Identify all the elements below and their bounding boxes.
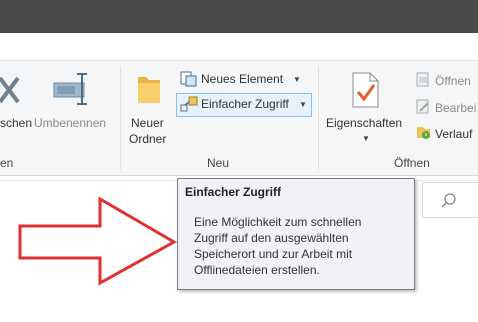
- tooltip-line: Speicherort und zur Arbeit mit: [194, 247, 353, 261]
- easy-access-label: Einfacher Zugriff: [201, 97, 289, 111]
- tooltip-line: Offlinedateien erstellen.: [194, 263, 320, 277]
- new-group-label: Neu: [207, 156, 230, 170]
- chevron-down-icon[interactable]: ▼: [362, 134, 370, 143]
- open-button[interactable]: Öffnen: [435, 74, 471, 88]
- chevron-down-icon: ▼: [293, 75, 301, 84]
- easy-access-tooltip: Einfacher Zugriff Eine Möglichkeit zum s…: [177, 178, 415, 290]
- ribbon-group-separator: [120, 66, 121, 170]
- open-icon[interactable]: [415, 72, 431, 88]
- open-group-label: Öffnen: [394, 156, 430, 170]
- history-icon[interactable]: [415, 124, 432, 141]
- organize-group-label: en: [0, 156, 14, 170]
- edit-button[interactable]: Bearbei: [435, 101, 476, 115]
- new-folder-label-line2[interactable]: Ordner: [129, 132, 166, 146]
- delete-icon[interactable]: [0, 72, 24, 106]
- easy-access-button[interactable]: Einfacher Zugriff ▼: [176, 93, 312, 117]
- properties-button[interactable]: Eigenschaften: [326, 116, 402, 130]
- tooltip-title: Einfacher Zugriff: [185, 185, 282, 199]
- new-element-button[interactable]: Neues Element ▼: [178, 70, 308, 90]
- edit-icon[interactable]: [415, 99, 431, 115]
- chevron-down-icon: ▼: [299, 100, 307, 109]
- window-titlebar: [0, 0, 478, 33]
- folder-icon[interactable]: [136, 71, 164, 105]
- new-item-icon: [180, 71, 197, 87]
- rename-icon[interactable]: [52, 72, 94, 106]
- properties-check-icon[interactable]: [350, 71, 382, 109]
- new-element-label: Neues Element: [201, 72, 284, 86]
- ribbon-tab-strip: [0, 33, 478, 61]
- rename-button[interactable]: Umbenennen: [34, 116, 106, 130]
- tooltip-line: Eine Möglichkeit zum schnellen: [194, 215, 362, 229]
- red-arrow-icon: [18, 196, 178, 286]
- ribbon-group-separator: [318, 66, 319, 170]
- easy-access-icon: [180, 96, 198, 112]
- delete-button-label[interactable]: schen: [0, 116, 32, 130]
- search-icon: [441, 193, 456, 208]
- new-folder-label-line1[interactable]: Neuer: [131, 116, 164, 130]
- search-input[interactable]: [422, 182, 478, 218]
- tooltip-line: Zugriff auf den ausgewählten: [194, 231, 349, 245]
- history-button[interactable]: Verlauf: [435, 127, 472, 141]
